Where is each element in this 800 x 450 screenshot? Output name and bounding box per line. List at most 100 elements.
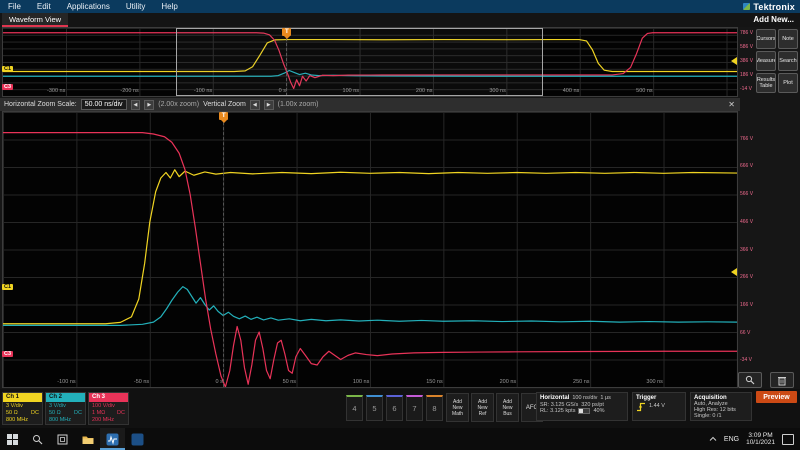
- taskbar: ENG 3:09 PM 10/1/2021: [0, 428, 800, 450]
- menu-help[interactable]: Help: [153, 2, 185, 11]
- close-zoom-button[interactable]: ✕: [728, 100, 735, 109]
- ch1-ground-marker[interactable]: C1: [2, 66, 13, 72]
- x-axis-label: -50 ns: [134, 379, 149, 385]
- trigger-level-arrow[interactable]: [731, 268, 737, 276]
- v-zoom-increase-button[interactable]: ▶: [264, 100, 274, 110]
- menu-edit[interactable]: Edit: [29, 2, 59, 11]
- add-new-bus-button[interactable]: AddNewBus: [496, 393, 519, 422]
- file-explorer-icon[interactable]: [75, 428, 100, 450]
- y-axis-label: 766 V: [740, 136, 753, 142]
- trigger-marker[interactable]: T: [219, 112, 228, 120]
- overview-y-axis: 786 V586 V386 V186 V-14 V: [739, 27, 756, 97]
- task-view-button[interactable]: [50, 428, 75, 450]
- language-indicator[interactable]: ENG: [724, 436, 739, 443]
- tab-strip: Waveform View Add New...: [0, 13, 800, 27]
- tab-waveform-view[interactable]: Waveform View: [2, 13, 68, 27]
- measure-button[interactable]: Measure: [756, 51, 776, 71]
- scope-app-icon: [106, 433, 119, 446]
- menu-utility[interactable]: Utility: [118, 2, 154, 11]
- start-button[interactable]: [0, 428, 25, 450]
- app-icon-2-glyph: [131, 433, 144, 446]
- y-axis-label: 466 V: [740, 219, 753, 225]
- trace-ch1: [3, 170, 737, 324]
- ch3-badge[interactable]: Ch 3 100 V/div 1 MΩDC 200 MHz: [88, 392, 129, 425]
- h-zoom-factor: (2.00x zoom): [158, 101, 199, 108]
- x-axis-label: 500 ns: [636, 88, 653, 94]
- action-center-icon[interactable]: [782, 434, 794, 445]
- menu-file[interactable]: File: [0, 2, 29, 11]
- tektronix-logo-icon: [743, 3, 750, 10]
- brand: Tektronix: [743, 2, 800, 12]
- x-axis-label: -100 ns: [57, 379, 75, 385]
- trigger-level-arrow[interactable]: [731, 57, 737, 65]
- trigger-position-line: [223, 112, 224, 387]
- ch7-button[interactable]: 7: [406, 395, 423, 421]
- app-icon-2[interactable]: [125, 428, 150, 450]
- x-axis-label: 100 ns: [353, 379, 370, 385]
- ch1-badge[interactable]: Ch 1 3 V/div 50 ΩDC 800 MHz: [2, 392, 43, 425]
- add-new-ref-button[interactable]: AddNewRef: [471, 393, 494, 422]
- ch2-scale: 3 V/div: [49, 403, 82, 410]
- record-position-bar: [578, 408, 590, 414]
- x-axis-label: 250 ns: [573, 379, 590, 385]
- h-zoom-decrease-button[interactable]: ◀: [131, 100, 141, 110]
- taskbar-search-button[interactable]: [25, 428, 50, 450]
- y-axis-label: 66 V: [740, 330, 750, 336]
- x-axis-label: -300 ns: [47, 88, 65, 94]
- zoom-scale-bar: Horizontal Zoom Scale: 50.00 ns/div ◀ ▶ …: [0, 98, 740, 111]
- y-axis-label: -14 V: [740, 86, 752, 92]
- h-zoom-value[interactable]: 50.00 ns/div: [81, 99, 127, 110]
- x-axis-label: -100 ns: [194, 88, 212, 94]
- main-waveform-plot[interactable]: T C1 C3 -100 ns-50 ns0 s50 ns100 ns150 n…: [2, 111, 738, 388]
- x-axis-label: 300 ns: [646, 379, 663, 385]
- menu-bar: File Edit Applications Utility Help Tekt…: [0, 0, 800, 13]
- x-axis-label: -200 ns: [120, 88, 138, 94]
- y-axis-label: -34 V: [740, 357, 752, 363]
- ch2-bandwidth: 800 MHz: [49, 417, 82, 424]
- preview-badge[interactable]: Preview: [756, 391, 797, 403]
- menu-applications[interactable]: Applications: [59, 2, 118, 11]
- clock[interactable]: 3:09 PM 10/1/2021: [746, 432, 775, 447]
- note-button[interactable]: Note: [778, 29, 798, 49]
- acquisition-badge[interactable]: Acquisition Auto, Analyze High Res: 12 b…: [690, 392, 752, 421]
- cursors-button[interactable]: Cursors: [756, 29, 776, 49]
- search-button[interactable]: Search: [778, 51, 798, 71]
- h-zoom-increase-button[interactable]: ▶: [144, 100, 154, 110]
- x-axis-label: 50 ns: [283, 379, 296, 385]
- rising-edge-icon: [636, 402, 646, 412]
- overview-plot[interactable]: T C1 C3 -300 ns-200 ns-100 ns0 s100 ns20…: [2, 27, 738, 97]
- add-new-button[interactable]: Add New...: [753, 15, 794, 24]
- trigger-marker[interactable]: T: [282, 28, 291, 36]
- ch4-button[interactable]: 4: [346, 395, 363, 421]
- y-axis-label: 666 V: [740, 163, 753, 169]
- badge-bar: Ch 1 3 V/div 50 ΩDC 800 MHz Ch 2 3 V/div…: [0, 389, 800, 428]
- zoom-selection-box[interactable]: [176, 28, 543, 96]
- ch3-ground-marker[interactable]: C3: [2, 84, 13, 90]
- trigger-badge[interactable]: Trigger 1.44 V: [632, 392, 686, 421]
- windows-logo-icon: [7, 434, 18, 445]
- x-axis-label: 300 ns: [489, 88, 506, 94]
- ch2-badge[interactable]: Ch 2 3 V/div 50 ΩDC 800 MHz: [45, 392, 86, 425]
- results-table-button[interactable]: Results Table: [756, 73, 776, 93]
- hidden-icons-chevron[interactable]: [709, 436, 717, 442]
- add-new-math-button[interactable]: AddNewMath: [446, 393, 469, 422]
- ch3-ground-marker[interactable]: C3: [2, 351, 13, 357]
- taskbar-time: 3:09 PM: [746, 432, 775, 440]
- taskbar-date: 10/1/2021: [746, 439, 775, 447]
- y-axis-label: 566 V: [740, 191, 753, 197]
- x-axis-label: 200 ns: [500, 379, 517, 385]
- ch6-button[interactable]: 6: [386, 395, 403, 421]
- v-zoom-label: Vertical Zoom: [203, 101, 246, 108]
- plot-button[interactable]: Plot: [778, 73, 798, 93]
- trash-button[interactable]: [770, 372, 794, 388]
- y-axis-label: 166 V: [740, 302, 753, 308]
- ch8-button[interactable]: 8: [426, 395, 443, 421]
- ch5-button[interactable]: 5: [366, 395, 383, 421]
- main-y-axis: 766 V666 V566 V466 V366 V266 V166 V66 V-…: [739, 111, 756, 388]
- horizontal-badge[interactable]: Horizontal100 ns/div1 μs SR: 3.125 GS/s3…: [536, 392, 628, 421]
- ch1-ground-marker[interactable]: C1: [2, 284, 13, 290]
- v-zoom-decrease-button[interactable]: ◀: [250, 100, 260, 110]
- app-icon[interactable]: [100, 428, 125, 450]
- v-zoom-factor: (1.00x zoom): [278, 101, 319, 108]
- y-axis-label: 266 V: [740, 274, 753, 280]
